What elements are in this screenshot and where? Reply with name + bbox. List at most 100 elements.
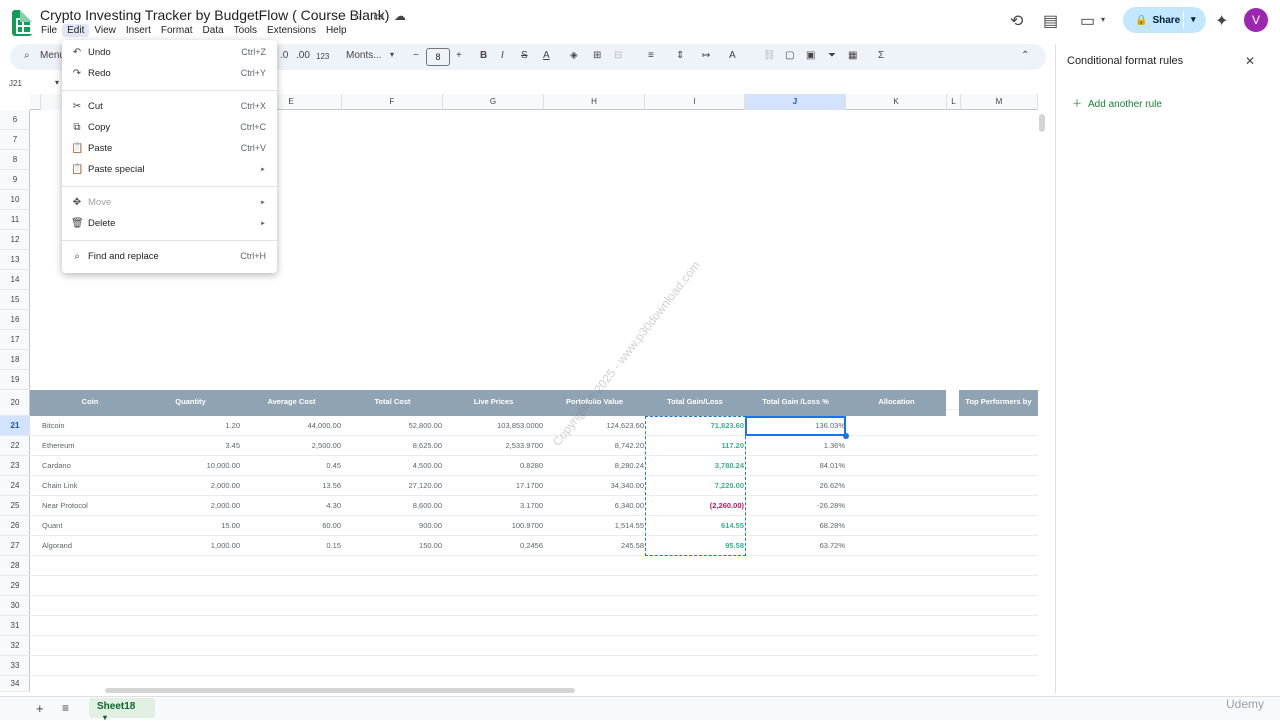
row-header[interactable]: 24	[0, 476, 30, 496]
column-header[interactable]: J	[745, 94, 846, 110]
table-cell[interactable]: 68.28%	[820, 516, 845, 536]
comments-icon[interactable]: ▤	[1043, 11, 1058, 31]
row-header[interactable]: 25	[0, 496, 30, 516]
search-menus-icon[interactable]: ⌕	[24, 50, 30, 61]
avatar[interactable]: V	[1244, 8, 1268, 32]
meet-dropdown-icon[interactable]: ▾	[1101, 15, 1105, 24]
table-cell[interactable]: 60.00	[322, 516, 341, 536]
all-sheets-icon[interactable]: ≡	[62, 701, 69, 715]
table-cell[interactable]: 8,280.24	[615, 456, 644, 476]
menu-tools[interactable]: Tools	[229, 24, 262, 37]
table-cell[interactable]: 1,514.55	[615, 516, 644, 536]
table-cell[interactable]: 4,500.00	[413, 456, 442, 476]
table-cell[interactable]: 0.45	[326, 456, 341, 476]
filter-views-icon[interactable]: ▦	[848, 50, 857, 61]
table-cell[interactable]: 0.8280	[520, 456, 543, 476]
row-header[interactable]: 7	[0, 130, 30, 150]
table-cell[interactable]: 0.15	[326, 536, 341, 556]
menu-format[interactable]: Format	[156, 24, 198, 37]
column-header[interactable]: H	[544, 94, 645, 110]
menu-item-paste[interactable]: 📋 Paste Ctrl+V	[62, 139, 277, 160]
decrease-decimal-button[interactable]: .0	[280, 50, 288, 61]
table-cell[interactable]: 1.36%	[824, 436, 845, 456]
menu-insert[interactable]: Insert	[121, 24, 156, 37]
table-cell[interactable]: 3.45	[225, 436, 240, 456]
column-header[interactable]: L	[947, 94, 961, 110]
functions-icon[interactable]: Σ	[878, 50, 884, 61]
menu-item-redo[interactable]: ↷ Redo Ctrl+Y	[62, 64, 277, 85]
menu-item-find-and-replace[interactable]: ⌕ Find and replace Ctrl+H	[62, 247, 277, 268]
share-button[interactable]: 🔒 Share ▾	[1123, 7, 1206, 33]
horizontal-scrollbar[interactable]	[105, 688, 575, 693]
strikethrough-icon[interactable]: S	[521, 50, 528, 61]
menu-extensions[interactable]: Extensions	[262, 24, 321, 37]
sheets-logo[interactable]	[12, 10, 32, 36]
table-cell[interactable]: 103,853.0000	[497, 416, 543, 436]
row-header[interactable]: 9	[0, 170, 30, 190]
close-icon[interactable]: ✕	[1245, 54, 1255, 68]
column-header[interactable]: I	[645, 94, 745, 110]
table-cell[interactable]: 34,340.00	[611, 476, 644, 496]
menu-item-paste-special[interactable]: 📋 Paste special ►	[62, 160, 277, 181]
font-size-input[interactable]: 8	[426, 48, 450, 66]
table-cell[interactable]: 8,600.00	[413, 496, 442, 516]
row-header[interactable]: 17	[0, 330, 30, 350]
coin-name-cell[interactable]: Cardano	[42, 456, 71, 476]
font-dropdown-icon[interactable]: ▾	[390, 50, 394, 59]
italic-icon[interactable]: I	[501, 50, 504, 61]
row-header[interactable]: 22	[0, 436, 30, 456]
table-cell[interactable]: 15.00	[221, 516, 240, 536]
row-header[interactable]: 19	[0, 370, 30, 390]
table-cell[interactable]: 13.56	[322, 476, 341, 496]
sheet-tab-dropdown-icon[interactable]: ▾	[103, 713, 107, 722]
table-cell[interactable]: 27,120.00	[409, 476, 442, 496]
table-cell[interactable]: -26.28%	[817, 496, 845, 516]
row-header[interactable]: 10	[0, 190, 30, 210]
menu-item-delete[interactable]: 🗑 Delete ►	[62, 214, 277, 235]
table-cell[interactable]: 52,800.00	[409, 416, 442, 436]
row-header[interactable]: 6	[0, 110, 30, 130]
text-color-icon[interactable]: A	[543, 50, 550, 61]
row-header[interactable]: 27	[0, 536, 30, 556]
column-header[interactable]: K	[846, 94, 947, 110]
vertical-scrollbar[interactable]	[1039, 114, 1045, 132]
row-header[interactable]: 8	[0, 150, 30, 170]
version-history-icon[interactable]: ⟲	[1010, 11, 1023, 31]
insert-chart-icon[interactable]: ▣	[806, 50, 815, 61]
font-size-decrease-button[interactable]: −	[413, 50, 419, 61]
row-header[interactable]: 29	[0, 576, 30, 596]
add-sheet-icon[interactable]: +	[36, 701, 44, 716]
row-header[interactable]: 32	[0, 636, 30, 656]
table-cell[interactable]: 1,000.00	[211, 536, 240, 556]
menu-item-copy[interactable]: ⧉ Copy Ctrl+C	[62, 118, 277, 139]
borders-icon[interactable]: ⊞	[593, 50, 601, 61]
table-cell[interactable]: 6,340.00	[615, 496, 644, 516]
row-header[interactable]: 18	[0, 350, 30, 370]
table-cell[interactable]: 124,623.60	[606, 416, 644, 436]
document-title[interactable]: Crypto Investing Tracker by BudgetFlow (…	[40, 7, 389, 23]
table-cell[interactable]: 2,533.9700	[505, 436, 543, 456]
align-vertical-icon[interactable]: ⇕	[676, 50, 684, 61]
sheet-tab[interactable]: Sheet18 ▾	[89, 698, 155, 722]
collapse-toolbar-icon[interactable]: ⌃	[1021, 50, 1029, 61]
coin-name-cell[interactable]: Chain Link	[42, 476, 77, 496]
bold-icon[interactable]: B	[480, 50, 487, 61]
row-header[interactable]: 20	[0, 390, 30, 416]
table-cell[interactable]: 8,625.00	[413, 436, 442, 456]
row-header[interactable]: 31	[0, 616, 30, 636]
star-icon[interactable]: ☆	[352, 9, 363, 23]
table-cell[interactable]: 10,000.00	[207, 456, 240, 476]
align-horizontal-icon[interactable]: ≡	[648, 50, 654, 61]
table-cell[interactable]: 4.30	[326, 496, 341, 516]
row-header[interactable]: 11	[0, 210, 30, 230]
table-cell[interactable]: 8,742.20	[615, 436, 644, 456]
table-cell[interactable]: 900.00	[419, 516, 442, 536]
move-folder-icon[interactable]: ▭	[373, 9, 384, 23]
menu-edit[interactable]: Edit	[62, 24, 90, 37]
column-header[interactable]: M	[961, 94, 1038, 110]
menu-file[interactable]: File	[36, 24, 62, 37]
menu-help[interactable]: Help	[321, 24, 352, 37]
row-header[interactable]: 30	[0, 596, 30, 616]
font-family-select[interactable]: Monts...	[346, 50, 382, 61]
insert-link-icon[interactable]: ⛓	[763, 50, 776, 61]
